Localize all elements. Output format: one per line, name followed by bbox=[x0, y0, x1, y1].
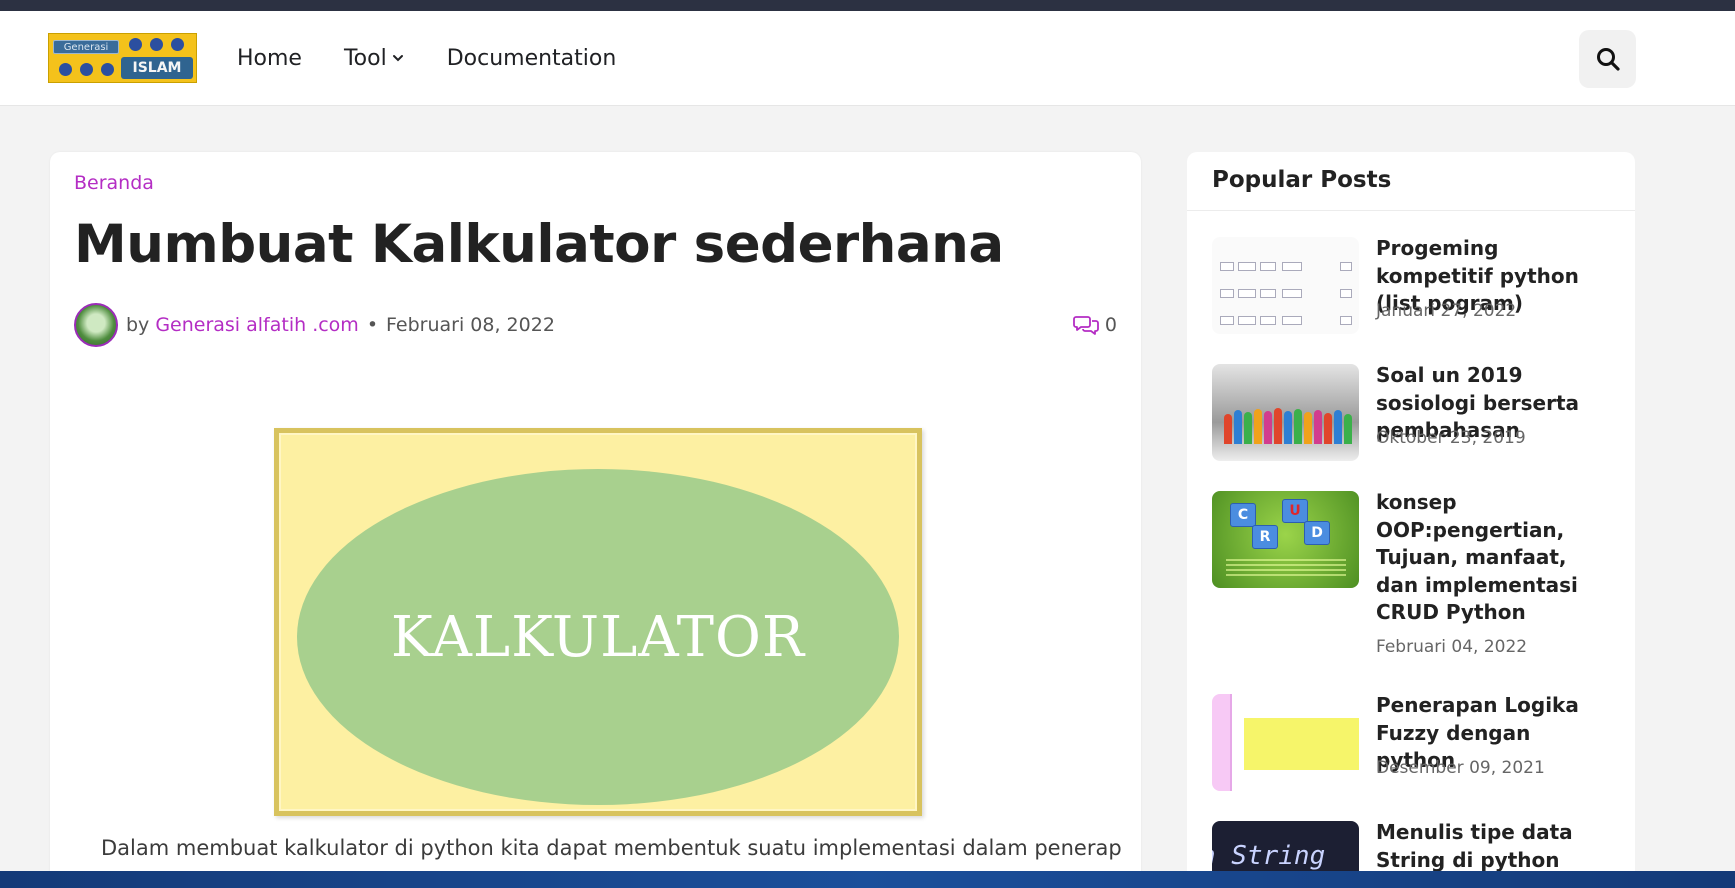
post-title[interactable]: konsep OOP:pengertian, Tujuan, manfaat, … bbox=[1376, 489, 1612, 627]
logo-dot bbox=[129, 38, 142, 51]
feature-image-ellipse: KALKULATOR bbox=[297, 469, 899, 805]
popular-post-item[interactable]: Penerapan Logika Fuzzy dengan python Des… bbox=[1212, 693, 1612, 794]
logo-dot bbox=[150, 38, 163, 51]
nav-home[interactable]: Home bbox=[237, 46, 302, 71]
popular-posts-heading: Popular Posts bbox=[1212, 167, 1392, 193]
avatar[interactable] bbox=[74, 303, 118, 347]
logo-text-bottom: ISLAM bbox=[121, 57, 193, 79]
popular-posts-header: Popular Posts bbox=[1187, 152, 1635, 211]
article-card: Beranda Mumbuat Kalkulator sederhana by … bbox=[50, 152, 1141, 888]
breadcrumb[interactable]: Beranda bbox=[74, 172, 154, 194]
comment-count: 0 bbox=[1104, 314, 1117, 336]
bottom-bar bbox=[0, 871, 1735, 888]
crud-letter: D bbox=[1304, 521, 1330, 545]
site-header: Generasi ISLAM Home Tool Documentation bbox=[0, 11, 1735, 106]
logo-dot bbox=[101, 63, 114, 76]
nav-tool[interactable]: Tool bbox=[344, 46, 405, 71]
post-thumbnail[interactable] bbox=[1212, 237, 1359, 334]
comments-link[interactable]: 0 bbox=[1073, 314, 1117, 336]
post-date: Februari 04, 2022 bbox=[1376, 637, 1528, 657]
nav-tool-label: Tool bbox=[343, 45, 387, 71]
crud-letter: U bbox=[1282, 499, 1308, 523]
post-thumbnail[interactable] bbox=[1212, 364, 1359, 461]
popular-post-item[interactable]: C U R D konsep OOP:pengertian, Tujuan, m… bbox=[1212, 489, 1612, 661]
logo-dot bbox=[171, 38, 184, 51]
post-thumbnail[interactable] bbox=[1212, 694, 1359, 791]
feature-image-text: KALKULATOR bbox=[390, 604, 806, 670]
post-meta: by Generasi alfatih .com • Februari 08, … bbox=[74, 302, 1117, 348]
post-date: Januari 27, 2022 bbox=[1376, 301, 1517, 321]
author-link[interactable]: Generasi alfatih .com bbox=[155, 314, 359, 336]
post-date: Februari 08, 2022 bbox=[386, 314, 555, 336]
logo-dot bbox=[80, 63, 93, 76]
post-date: Oktober 23, 2019 bbox=[1376, 428, 1526, 448]
logo-dot bbox=[59, 63, 72, 76]
main-nav: Home Tool Documentation bbox=[237, 43, 616, 73]
article-body: Dalam membuat kalkulator di python kita … bbox=[101, 836, 1121, 860]
popular-post-item[interactable]: Soal un 2019 sosiologi berserta pembahas… bbox=[1212, 363, 1612, 464]
post-title[interactable]: Menulis tipe data String di python bbox=[1376, 819, 1612, 874]
popular-posts-widget: Popular Posts Progeming kompetitif pytho… bbox=[1187, 152, 1635, 888]
nav-documentation[interactable]: Documentation bbox=[447, 46, 617, 71]
thumb-code-text: n String bbox=[1212, 841, 1326, 871]
crud-letter: C bbox=[1230, 503, 1256, 527]
site-logo[interactable]: Generasi ISLAM bbox=[48, 33, 197, 83]
chevron-down-icon bbox=[392, 55, 403, 62]
post-thumbnail[interactable]: C U R D bbox=[1212, 491, 1359, 588]
nav-documentation-label: Documentation bbox=[446, 45, 617, 71]
top-accent-bar bbox=[0, 0, 1735, 11]
crud-letter: R bbox=[1252, 525, 1278, 549]
nav-home-label: Home bbox=[237, 45, 302, 71]
comments-icon bbox=[1073, 316, 1099, 335]
logo-text-top: Generasi bbox=[53, 40, 119, 54]
search-button[interactable] bbox=[1579, 30, 1636, 88]
feature-image: KALKULATOR bbox=[274, 428, 922, 816]
search-icon bbox=[1596, 48, 1620, 71]
popular-post-item[interactable]: Progeming kompetitif python (list pogram… bbox=[1212, 236, 1612, 337]
meta-separator: • bbox=[366, 314, 379, 336]
page-title: Mumbuat Kalkulator sederhana bbox=[74, 214, 1004, 275]
by-label: by bbox=[126, 314, 150, 336]
post-date: Desember 09, 2021 bbox=[1376, 758, 1545, 778]
